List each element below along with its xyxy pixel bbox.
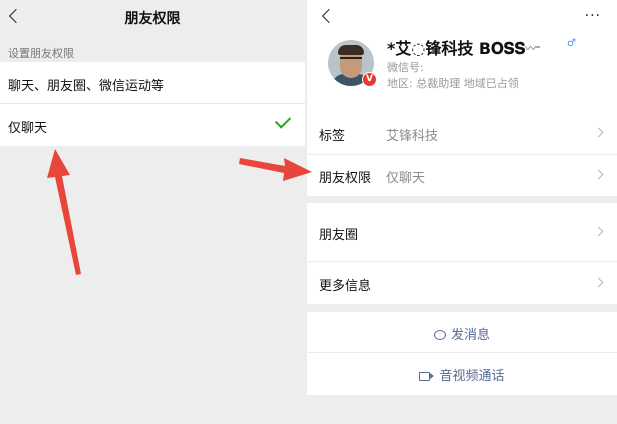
nav-bar: 朋友权限 bbox=[0, 0, 305, 36]
row-moments[interactable]: 朋友圈 bbox=[307, 203, 617, 262]
region: 地区: 总裁助理 地域已占领 bbox=[387, 77, 519, 90]
wechat-id: 微信号: bbox=[387, 61, 424, 74]
chevron-right-icon bbox=[593, 226, 604, 237]
row-label: 更多信息 bbox=[319, 279, 372, 294]
page-title: 朋友权限 bbox=[124, 11, 181, 27]
contact-name: *艾◌锋科技 B𝐎𝐒𝐒 bbox=[387, 39, 526, 58]
option-chat-moments-werun[interactable]: 聊天、朋友圈、微信运动等 bbox=[0, 62, 305, 104]
video-call-label: 音视频通话 bbox=[439, 369, 505, 384]
chevron-right-icon bbox=[593, 277, 604, 288]
option-chat-only[interactable]: 仅聊天 bbox=[0, 104, 305, 146]
verified-badge-icon: V bbox=[362, 72, 377, 87]
option-label: 聊天、朋友圈、微信运动等 bbox=[8, 79, 165, 94]
video-call-button[interactable]: 音视频通话 bbox=[307, 353, 617, 395]
row-friend-permission[interactable]: 朋友权限 仅聊天 bbox=[307, 155, 617, 196]
chevron-right-icon bbox=[593, 127, 604, 138]
contact-profile-screen: ··· V *艾◌锋科技 B𝐎𝐒𝐒 〰⁼ ♂ 微信号: 地区: 总裁助理 地域已… bbox=[307, 0, 617, 424]
profile-header: ··· V *艾◌锋科技 B𝐎𝐒𝐒 〰⁼ ♂ 微信号: 地区: 总裁助理 地域已… bbox=[307, 0, 617, 112]
row-value: 艾锋科技 bbox=[386, 129, 439, 144]
chevron-right-icon bbox=[593, 169, 604, 180]
chat-bubble-icon bbox=[433, 330, 446, 340]
row-more-info[interactable]: 更多信息 bbox=[307, 262, 617, 304]
friend-permission-screen: 朋友权限 设置朋友权限 聊天、朋友圈、微信运动等 仅聊天 bbox=[0, 0, 305, 424]
video-camera-icon bbox=[419, 372, 435, 381]
name-decoration: 〰⁼ bbox=[525, 42, 541, 55]
row-tag[interactable]: 标签 艾锋科技 bbox=[307, 112, 617, 155]
row-label: 朋友圈 bbox=[319, 228, 359, 243]
back-arrow-icon[interactable] bbox=[321, 8, 337, 24]
more-options-icon[interactable]: ··· bbox=[585, 8, 601, 24]
section-label: 设置朋友权限 bbox=[8, 47, 74, 60]
row-label: 朋友权限 bbox=[319, 171, 372, 186]
row-label: 标签 bbox=[319, 129, 346, 144]
check-icon bbox=[274, 112, 292, 129]
send-message-label: 发消息 bbox=[450, 328, 490, 343]
option-label: 仅聊天 bbox=[8, 121, 48, 136]
row-value: 仅聊天 bbox=[386, 171, 426, 186]
send-message-button[interactable]: 发消息 bbox=[307, 312, 617, 353]
gender-icon: ♂ bbox=[567, 38, 576, 49]
